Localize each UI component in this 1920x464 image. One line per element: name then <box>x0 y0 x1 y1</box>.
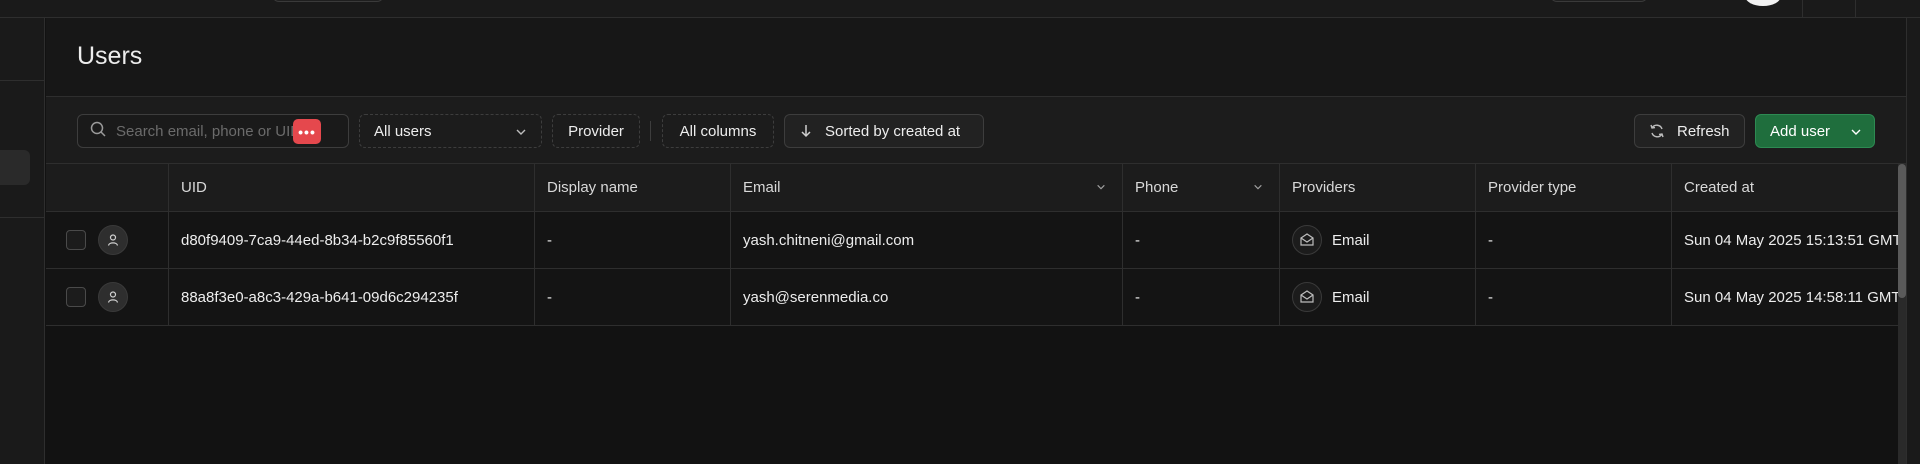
column-header-phone[interactable]: Phone <box>1123 164 1280 211</box>
column-header-label: Providers <box>1292 179 1356 196</box>
search-icon <box>90 121 106 141</box>
page-title: Users <box>77 42 143 70</box>
phone-cell: - <box>1123 212 1280 268</box>
sidebar-divider <box>0 80 45 81</box>
created-at-cell: Sun 04 May 2025 14:58:11 GMT <box>1684 288 1898 306</box>
sidebar-item-active[interactable] <box>0 150 30 185</box>
created-at-cell: Sun 04 May 2025 15:13:51 GMT <box>1684 231 1898 249</box>
column-header-display-name[interactable]: Display name <box>535 164 731 211</box>
add-user-label: Add user <box>1770 122 1831 140</box>
column-header-email[interactable]: Email <box>731 164 1123 211</box>
email-cell: yash@serenmedia.co <box>731 269 1123 325</box>
column-header-label: Provider type <box>1488 179 1577 196</box>
provider-filter-button[interactable]: Provider <box>552 114 640 148</box>
row-select-cell <box>46 269 169 325</box>
users-filter-label: All users <box>374 122 432 140</box>
user-avatar[interactable] <box>1745 0 1781 6</box>
column-header-providers[interactable]: Providers <box>1280 164 1476 211</box>
add-user-button[interactable]: Add user <box>1755 114 1875 148</box>
row-select-cell <box>46 212 169 268</box>
column-header-created-at[interactable]: Created at <box>1672 164 1898 211</box>
top-bar-divider <box>1855 0 1856 18</box>
user-icon <box>98 282 128 312</box>
top-bar-divider <box>1802 0 1803 18</box>
search-field[interactable]: ••• <box>77 114 349 148</box>
chevron-down-icon <box>1850 125 1862 142</box>
table-row[interactable]: d80f9409-7ca9-44ed-8b34-b2c9f85560f1 - y… <box>46 212 1898 269</box>
page-header: Users <box>46 18 1906 97</box>
sidebar-divider <box>0 217 45 218</box>
chevron-down-icon[interactable] <box>1253 182 1263 192</box>
uid-cell: 88a8f3e0-a8c3-429a-b641-09d6c294235f <box>169 269 535 325</box>
providers-cell: Email <box>1280 269 1476 325</box>
toolbar: ••• All users Provider All columns Sorte… <box>46 97 1906 164</box>
display-name-cell: - <box>535 212 731 268</box>
table-header: UID Display name Email Phone Providers P… <box>46 164 1898 212</box>
envelope-icon <box>1292 282 1322 312</box>
uid-cell: d80f9409-7ca9-44ed-8b34-b2c9f85560f1 <box>169 212 535 268</box>
vertical-scrollbar[interactable] <box>1898 164 1906 464</box>
chevron-down-icon[interactable] <box>1096 182 1106 192</box>
provider-type-cell: - <box>1476 212 1672 268</box>
scrollbar-thumb[interactable] <box>1898 164 1906 298</box>
right-panel-edge <box>1906 18 1920 464</box>
refresh-label: Refresh <box>1677 122 1730 140</box>
refresh-icon <box>1649 123 1665 139</box>
toolbar-divider <box>650 121 651 141</box>
row-checkbox[interactable] <box>66 287 86 307</box>
envelope-icon <box>1292 225 1322 255</box>
column-header-provider-type[interactable]: Provider type <box>1476 164 1672 211</box>
columns-label: All columns <box>679 122 757 140</box>
table-row[interactable]: 88a8f3e0-a8c3-429a-b641-09d6c294235f - y… <box>46 269 1898 326</box>
column-header-label: Created at <box>1684 179 1755 196</box>
columns-button[interactable]: All columns <box>662 114 774 148</box>
sort-button[interactable]: Sorted by created at <box>784 114 984 148</box>
more-options-icon[interactable]: ••• <box>293 119 321 144</box>
select-column-header <box>46 164 169 211</box>
left-sidebar <box>0 18 45 464</box>
column-header-label: Display name <box>547 179 638 196</box>
top-bar <box>0 0 1920 18</box>
users-filter-dropdown[interactable]: All users <box>359 114 542 148</box>
arrow-down-icon <box>799 124 813 138</box>
provider-label: Email <box>1332 288 1370 306</box>
column-header-label: Email <box>743 179 781 196</box>
provider-filter-label: Provider <box>568 122 624 140</box>
email-cell: yash.chitneni@gmail.com <box>731 212 1123 268</box>
column-header-label: Phone <box>1135 179 1179 196</box>
top-bar-pill[interactable] <box>272 0 384 2</box>
row-checkbox[interactable] <box>66 230 86 250</box>
phone-cell: - <box>1123 269 1280 325</box>
provider-label: Email <box>1332 231 1370 249</box>
sort-label: Sorted by created at <box>825 122 961 140</box>
display-name-cell: - <box>535 269 731 325</box>
search-input[interactable] <box>116 122 296 140</box>
column-header-uid[interactable]: UID <box>169 164 535 211</box>
chevron-down-icon <box>515 125 527 142</box>
refresh-button[interactable]: Refresh <box>1634 114 1745 148</box>
user-icon <box>98 225 128 255</box>
providers-cell: Email <box>1280 212 1476 268</box>
column-header-label: UID <box>181 179 207 196</box>
main-panel: Users ••• All users Provider All columns <box>46 18 1906 464</box>
top-bar-button[interactable] <box>1550 0 1648 2</box>
provider-type-cell: - <box>1476 269 1672 325</box>
